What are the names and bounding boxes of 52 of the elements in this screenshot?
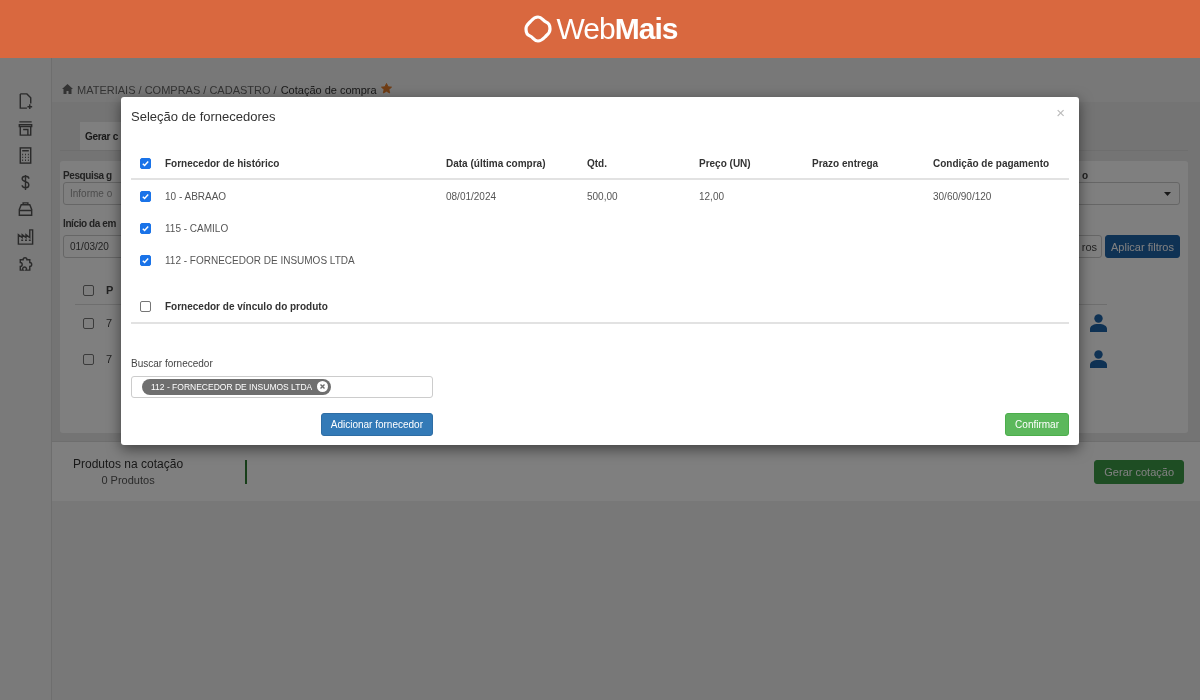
checkbox[interactable] [140,190,151,202]
field-label: Início da em [63,217,116,230]
add-supplier-button[interactable]: Adicionar fornecedor [320,413,433,436]
supplier-name: 115 - CAMILO [165,222,230,234]
store-icon[interactable] [16,119,35,138]
field-label: Buscar fornecedor [131,358,214,369]
checkbox[interactable] [140,158,151,170]
breadcrumb-current: Cotação de compra [280,84,377,96]
star-icon[interactable] [380,83,392,94]
checkbox[interactable] [83,353,94,365]
toolbox-icon[interactable] [16,200,35,219]
generate-quote-button[interactable]: Gerar cotação [1094,459,1184,484]
logo-icon [522,14,553,44]
remove-icon[interactable] [317,380,329,392]
field-label: o [1082,169,1089,182]
column-header: Fornecedor de histórico [165,158,281,169]
column-header: Preço (UN) [699,158,752,169]
checkbox[interactable] [140,222,151,234]
logo-text: WebMais [556,12,678,46]
checkbox[interactable] [140,300,151,312]
supplier-search-field[interactable]: 112 - FORNECEDOR DE INSUMOS LTDA [131,376,433,398]
checkbox-label: Fornecedor de vínculo do produto [165,300,328,312]
table-cell-text: 500,00 [587,190,619,202]
home-icon[interactable] [62,84,73,94]
confirm-button[interactable]: Confirmar [1005,413,1069,436]
field-label: Pesquisa g [63,169,112,182]
person-icon[interactable] [1090,350,1107,368]
apply-filters-button[interactable]: Aplicar filtros [1105,235,1180,258]
breadcrumb-path: MATERIAIS / COMPRAS / CADASTRO / [77,84,277,96]
column-header: Condição de pagamento [933,158,1051,169]
checkbox[interactable] [83,317,94,329]
table-cell-text: 7 [106,317,114,329]
supplier-tag: 112 - FORNECEDOR DE INSUMOS LTDA [142,379,332,395]
supplier-name: 10 - ABRAAO [165,190,228,202]
caret-icon [1164,191,1171,196]
summary-title: Produtos na cotação [73,457,184,471]
product-count: 0 Produtos [100,474,156,486]
factory-icon[interactable] [16,227,35,246]
column-header: Qtd. [587,158,608,169]
table-cell-text: 30/60/90/120 [933,190,993,202]
column-header: Prazo entrega [812,158,880,169]
checkbox[interactable] [83,284,94,296]
modal-title: Seleção de fornecedores [131,108,276,124]
checkbox[interactable] [140,254,151,266]
table-cell-text: 7 [106,353,114,365]
table-cell-text: 08/01/2024 [446,190,498,202]
supplier-name: 112 - FORNECEDOR DE INSUMOS LTDA [165,254,356,266]
person-icon[interactable] [1090,314,1107,332]
column-header: Data (última compra) [446,158,547,169]
table-cell-text: 12,00 [699,190,726,202]
column-header: P [106,284,115,296]
close-button[interactable]: × [1056,103,1065,121]
